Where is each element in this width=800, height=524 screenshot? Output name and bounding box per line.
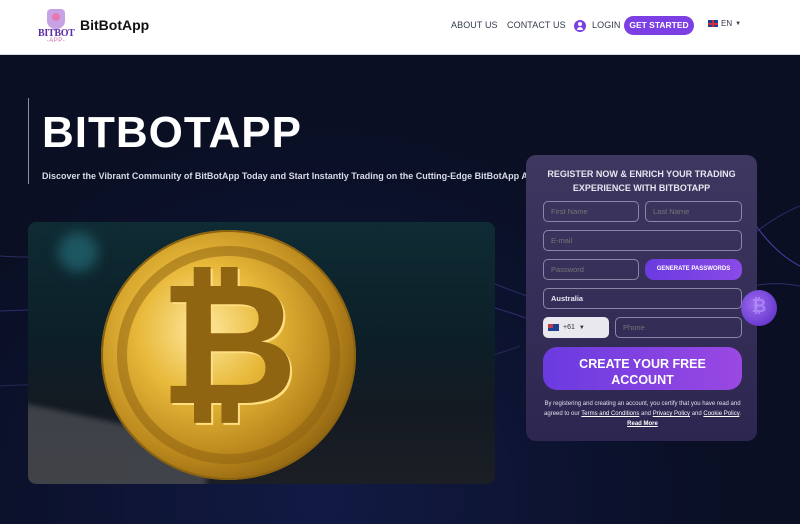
caret-down-icon: ▼ bbox=[578, 324, 585, 331]
disclaimer-and: and bbox=[639, 411, 653, 417]
email-input[interactable] bbox=[543, 230, 742, 251]
bitcoin-symbol: ₿ bbox=[159, 250, 298, 440]
logo-crest-icon bbox=[47, 9, 65, 29]
last-name-input[interactable] bbox=[645, 201, 742, 222]
create-label-line1: CREATE YOUR FREE bbox=[579, 356, 706, 371]
form-title-line2: EXPERIENCE WITH BITBOTAPP bbox=[572, 183, 711, 193]
hero-title: BITBOTAPP bbox=[42, 108, 302, 157]
bitcoin-coin-icon: ₿ bbox=[101, 230, 356, 480]
uk-flag-icon bbox=[708, 20, 718, 27]
purple-coin-glyph: ₿ bbox=[751, 296, 767, 316]
disclaimer-and: and bbox=[690, 411, 704, 417]
hero-subtitle: Discover the Vibrant Community of BitBot… bbox=[42, 171, 542, 181]
password-input[interactable] bbox=[543, 259, 639, 280]
australia-flag-icon bbox=[548, 324, 559, 331]
privacy-link[interactable]: Privacy Policy bbox=[653, 411, 690, 417]
language-label: EN bbox=[721, 19, 733, 28]
cookie-link[interactable]: Cookie Policy bbox=[703, 411, 739, 417]
get-started-button[interactable]: GET STARTED bbox=[624, 16, 694, 35]
nav-contact-us[interactable]: CONTACT US bbox=[507, 20, 566, 30]
nav-login[interactable]: LOGIN bbox=[592, 20, 621, 30]
country-select[interactable]: Australia bbox=[543, 288, 742, 309]
logo-text-bottom: -APP- bbox=[46, 38, 66, 44]
language-selector[interactable]: EN ▼ bbox=[708, 19, 741, 28]
site-header: BITBOT -APP- BitBotApp ABOUT US CONTACT … bbox=[0, 0, 800, 55]
form-title: REGISTER NOW & ENRICH YOUR TRADING EXPER… bbox=[526, 167, 757, 195]
purple-coin-icon: ₿ bbox=[741, 290, 777, 326]
phone-code-select[interactable]: +61 ▼ bbox=[543, 317, 609, 338]
form-title-line1: REGISTER NOW & ENRICH YOUR TRADING bbox=[547, 169, 736, 179]
generate-passwords-button[interactable]: GENERATE PASSWORDS bbox=[645, 259, 742, 280]
nav-about-us[interactable]: ABOUT US bbox=[451, 20, 498, 30]
logo[interactable]: BITBOT -APP- bbox=[38, 9, 75, 47]
read-more-link[interactable]: Read More bbox=[627, 421, 658, 427]
title-divider bbox=[28, 98, 29, 184]
phone-code-value: +61 bbox=[563, 324, 575, 331]
create-account-button[interactable]: CREATE YOUR FREE ACCOUNT bbox=[543, 347, 742, 390]
brand-name[interactable]: BitBotApp bbox=[80, 17, 149, 33]
disclaimer: By registering and creating an account, … bbox=[538, 399, 747, 429]
bokeh-light bbox=[58, 232, 98, 272]
user-icon[interactable] bbox=[574, 20, 586, 32]
bitcoin-image: ₿ bbox=[28, 222, 495, 484]
create-label-line2: ACCOUNT bbox=[611, 372, 674, 387]
terms-link[interactable]: Terms and Conditions bbox=[581, 411, 639, 417]
first-name-input[interactable] bbox=[543, 201, 639, 222]
phone-input[interactable] bbox=[615, 317, 742, 338]
caret-down-icon: ▼ bbox=[735, 20, 742, 27]
disclaimer-sep: . bbox=[739, 411, 741, 417]
registration-form: REGISTER NOW & ENRICH YOUR TRADING EXPER… bbox=[526, 155, 757, 441]
